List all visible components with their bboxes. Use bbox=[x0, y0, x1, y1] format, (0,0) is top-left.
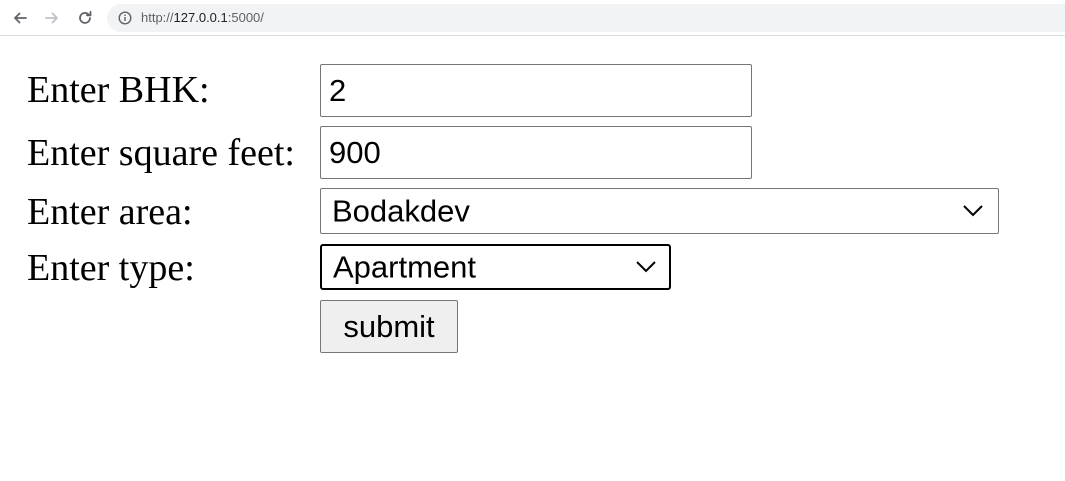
bhk-input[interactable] bbox=[320, 64, 752, 117]
bhk-label: Enter BHK: bbox=[27, 69, 210, 111]
area-selected-value: Bodakdev bbox=[332, 193, 470, 229]
submit-button[interactable]: submit bbox=[320, 300, 458, 353]
sqft-input[interactable] bbox=[320, 126, 752, 179]
url-host: 127.0.0.1 bbox=[173, 10, 228, 25]
area-select[interactable]: Bodakdev bbox=[320, 188, 999, 234]
info-icon[interactable] bbox=[118, 11, 132, 25]
back-button[interactable] bbox=[10, 8, 30, 28]
reload-icon bbox=[79, 10, 92, 24]
arrow-right-icon bbox=[45, 12, 58, 24]
address-bar[interactable]: http://127.0.0.1:5000/ bbox=[107, 4, 1065, 32]
arrow-left-icon bbox=[14, 12, 27, 24]
browser-toolbar: http://127.0.0.1:5000/ bbox=[0, 0, 1065, 36]
type-select[interactable]: Apartment bbox=[320, 244, 671, 290]
url-scheme: http:// bbox=[141, 10, 174, 25]
reload-button[interactable] bbox=[75, 8, 95, 28]
type-label: Enter type: bbox=[27, 247, 195, 289]
url-text[interactable]: http://127.0.0.1:5000/ bbox=[141, 10, 264, 26]
url-port-path: :5000/ bbox=[227, 10, 264, 25]
chevron-down-icon bbox=[963, 205, 983, 217]
type-selected-value: Apartment bbox=[333, 249, 477, 285]
sqft-label: Enter square feet: bbox=[27, 132, 295, 174]
area-label: Enter area: bbox=[27, 191, 193, 233]
chevron-down-icon bbox=[636, 261, 656, 273]
forward-button[interactable] bbox=[42, 8, 62, 28]
